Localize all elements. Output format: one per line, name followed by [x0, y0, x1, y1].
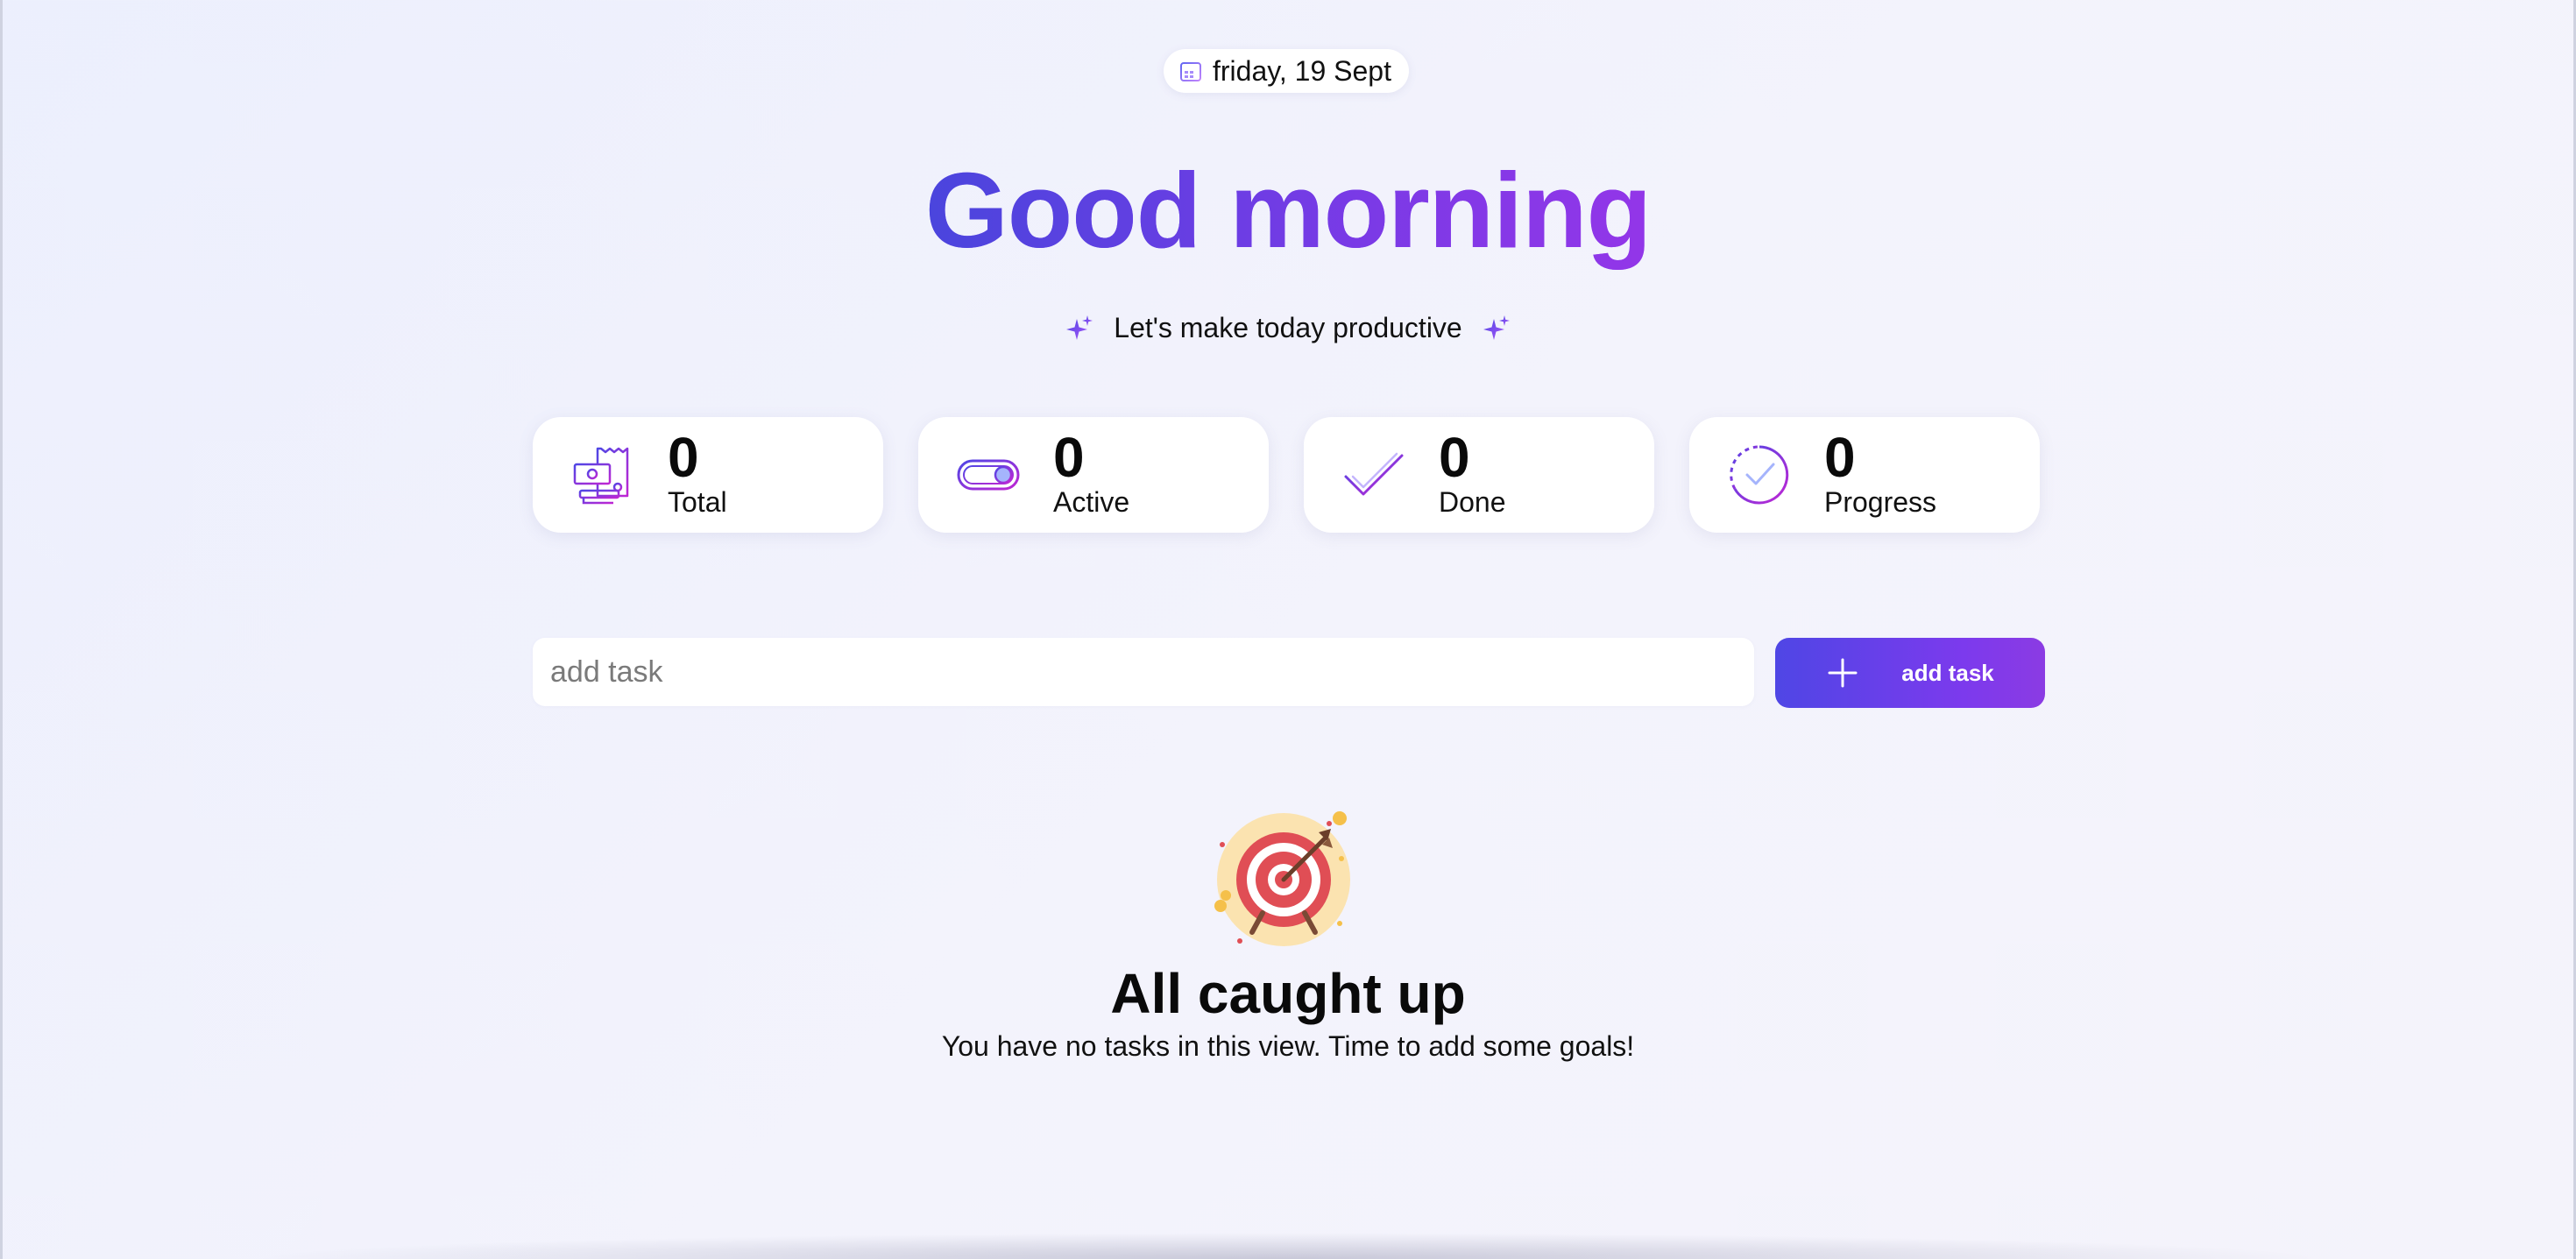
greeting-heading: Good morning: [0, 149, 2576, 272]
target-icon: [1214, 810, 1362, 958]
greeting-text: Good morning: [924, 151, 1652, 270]
date-badge: friday, 19 Sept: [1164, 49, 1409, 93]
calendar-icon: [1179, 60, 1202, 82]
stat-value-active: 0: [1053, 426, 1085, 489]
stats-row: 0 Total 0 Active 0 Done 0 Progress: [533, 417, 2040, 533]
app-page: friday, 19 Sept Good morning Let's make …: [0, 0, 2576, 1259]
stat-card-total: 0 Total: [533, 417, 883, 533]
toggle-icon: [957, 443, 1020, 506]
stat-label-active: Active: [1053, 486, 1130, 518]
stat-value-progress: 0: [1824, 426, 1856, 489]
checkmark-icon: [1342, 443, 1405, 506]
subtitle: Let's make today productive: [0, 312, 2576, 344]
plus-icon: [1826, 656, 1859, 690]
sparkle-icon: [1482, 314, 1511, 343]
date-text: friday, 19 Sept: [1213, 54, 1391, 87]
subtitle-text: Let's make today productive: [1114, 312, 1462, 343]
stat-value-done: 0: [1439, 426, 1470, 489]
add-task-button[interactable]: add task: [1775, 638, 2045, 708]
empty-state-title: All caught up: [1110, 962, 1466, 1025]
stat-card-progress: 0 Progress: [1689, 417, 2040, 533]
stat-card-active: 0 Active: [918, 417, 1269, 533]
stat-value-total: 0: [668, 426, 699, 489]
task-input[interactable]: [533, 638, 1754, 706]
stat-label-progress: Progress: [1824, 486, 1937, 518]
add-task-button-label: add task: [1901, 659, 1994, 686]
sparkle-icon: [1065, 314, 1094, 343]
stat-label-done: Done: [1439, 486, 1506, 518]
dashed-circle-check-icon: [1728, 443, 1791, 506]
empty-state-message: You have no tasks in this view. Time to …: [941, 1030, 1635, 1062]
stat-card-done: 0 Done: [1304, 417, 1654, 533]
add-task-row: add task: [533, 638, 2045, 708]
stat-label-total: Total: [668, 486, 727, 518]
receipt-money-icon: [571, 443, 634, 506]
bottom-shadow: [245, 1233, 2331, 1259]
empty-state: All caught up You have no tasks in this …: [0, 810, 2576, 1065]
